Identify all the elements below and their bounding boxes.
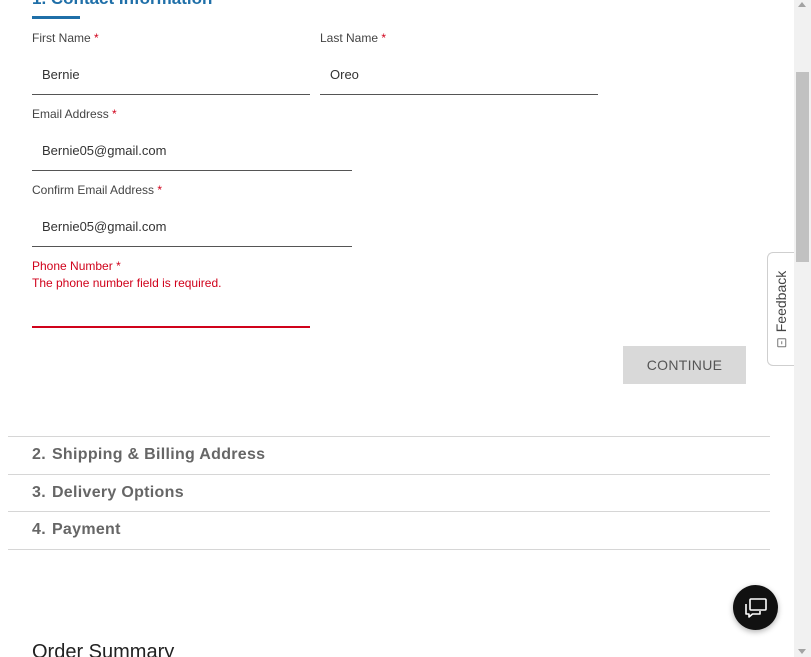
last-name-input[interactable] bbox=[320, 55, 598, 95]
phone-input[interactable] bbox=[32, 290, 310, 328]
step-label: Payment bbox=[51, 521, 121, 539]
email-label: Email Address * bbox=[32, 107, 117, 121]
continue-button[interactable]: CONTINUE bbox=[623, 346, 746, 384]
vertical-scrollbar[interactable] bbox=[794, 0, 811, 657]
chat-bubble-icon bbox=[744, 597, 767, 618]
step-label: Delivery Options bbox=[51, 483, 184, 501]
checkout-steps: 2. Shipping & Billing Address 3. Deliver… bbox=[8, 436, 770, 550]
scroll-down-arrow-icon[interactable] bbox=[798, 649, 806, 654]
section-title-underline bbox=[32, 16, 80, 19]
last-name-label: Last Name * bbox=[320, 31, 387, 45]
phone-field: Phone Number * The phone number field is… bbox=[32, 259, 310, 328]
confirm-email-input[interactable] bbox=[32, 207, 352, 247]
checkout-page: 1. Contact Information First Name * Last… bbox=[0, 0, 811, 657]
feedback-label: Feedback bbox=[773, 270, 790, 333]
step-shipping-billing[interactable]: 2. Shipping & Billing Address bbox=[8, 437, 770, 475]
feedback-tab[interactable]: Feedback bbox=[767, 252, 794, 366]
order-summary-title: Order Summary bbox=[32, 641, 175, 657]
chat-button[interactable] bbox=[733, 585, 778, 630]
scroll-up-arrow-icon[interactable] bbox=[798, 2, 806, 7]
scroll-thumb[interactable] bbox=[796, 72, 809, 262]
first-name-input[interactable] bbox=[32, 55, 310, 95]
step-payment[interactable]: 4. Payment bbox=[8, 512, 770, 550]
confirm-email-field: Confirm Email Address * bbox=[32, 183, 352, 247]
feedback-icon bbox=[776, 338, 786, 348]
email-input[interactable] bbox=[32, 131, 352, 171]
phone-label: Phone Number * bbox=[32, 259, 121, 273]
first-name-field: First Name * bbox=[32, 31, 310, 95]
phone-error-message: The phone number field is required. bbox=[32, 276, 222, 290]
last-name-field: Last Name * bbox=[320, 31, 598, 95]
step-label: Shipping & Billing Address bbox=[51, 446, 266, 464]
first-name-label: First Name * bbox=[32, 31, 99, 45]
step-delivery-options[interactable]: 3. Delivery Options bbox=[8, 475, 770, 512]
confirm-email-label: Confirm Email Address * bbox=[32, 183, 163, 197]
email-field: Email Address * bbox=[32, 107, 352, 171]
section-contact-title[interactable]: 1. Contact Information bbox=[32, 0, 212, 9]
